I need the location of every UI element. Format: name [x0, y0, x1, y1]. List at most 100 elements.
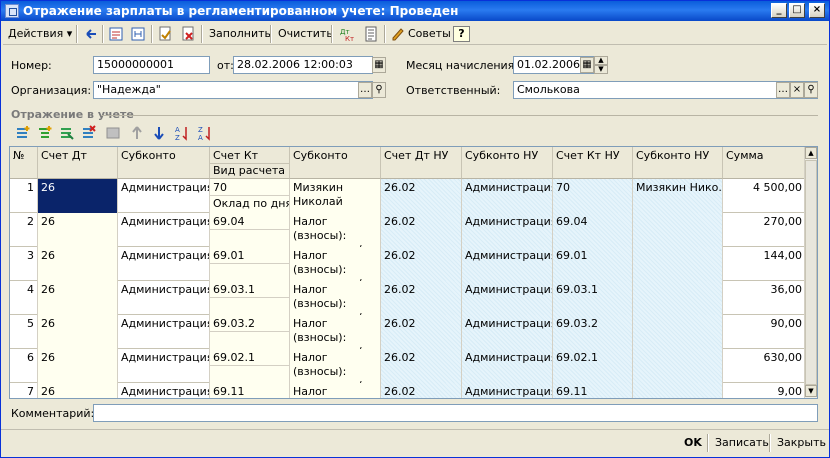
credit-account-cell[interactable]: 69.04 [210, 213, 290, 247]
credit-account-cell[interactable]: 70Оклад по дням [210, 179, 290, 213]
subconto2-cell[interactable]: Налог (взносы): начислено / [290, 383, 381, 398]
debit-nu-cell[interactable]: 26.02 [381, 179, 462, 213]
debit-nu-cell[interactable]: 26.02 [381, 383, 462, 398]
sum-cell[interactable]: 90,00 [723, 315, 806, 349]
subconto-cell[interactable]: Администрация [118, 213, 210, 247]
open-magnifier-icon[interactable]: ⚲ [372, 82, 386, 98]
subconto2-cell[interactable]: Налог (взносы): начислено / [290, 315, 381, 349]
close-form-button[interactable]: Закрыть [777, 436, 826, 449]
sum-cell[interactable]: 270,00 [723, 213, 806, 247]
scroll-up-icon[interactable]: ▲ [805, 147, 817, 159]
sort-descending-icon[interactable]: ZA [198, 125, 214, 141]
subconto-nu-cell[interactable]: Администрация [462, 281, 553, 315]
move-up-icon[interactable] [129, 125, 145, 141]
move-down-icon[interactable] [151, 125, 167, 141]
table-row[interactable]: 126Администрация70Оклад по днямМизякин Н… [10, 179, 806, 213]
date-field[interactable]: 28.02.2006 12:00:03 [233, 56, 373, 74]
subconto-nu-cell[interactable]: Администрация [462, 349, 553, 383]
responsible-field[interactable]: Смолькова [513, 81, 818, 99]
col-header-subconto[interactable]: Субконто [118, 147, 210, 179]
subconto-nu-cell[interactable]: Администрация [462, 383, 553, 398]
debit-account-cell[interactable]: 26 [38, 179, 118, 213]
col-header-debit-nu[interactable]: Счет Дт НУ [381, 147, 462, 179]
vertical-scrollbar[interactable]: ▲ ▼ [804, 147, 817, 398]
subconto-cell[interactable]: Администрация [118, 315, 210, 349]
fill-button[interactable]: Заполнить [206, 25, 274, 43]
subconto2-cell[interactable]: Налог (взносы): начислено / [290, 213, 381, 247]
subconto-cell[interactable]: Администрация [118, 247, 210, 281]
row-number-cell[interactable]: 7 [10, 383, 38, 398]
credit-nu-cell[interactable]: 69.02.1 [553, 349, 633, 383]
delete-row-icon[interactable] [81, 125, 97, 141]
debit-account-cell[interactable]: 26 [38, 383, 118, 398]
help-button[interactable]: ? [453, 26, 470, 42]
print-form-icon[interactable] [363, 26, 379, 42]
credit-account-cell[interactable]: 69.02.1 [210, 349, 290, 383]
calc-type-cell[interactable] [210, 331, 289, 334]
scroll-down-icon[interactable]: ▼ [805, 385, 817, 397]
organization-field[interactable]: "Надежда" [93, 81, 373, 99]
debit-nu-cell[interactable]: 26.02 [381, 349, 462, 383]
calendar-icon[interactable]: ▦ [372, 57, 386, 73]
calc-type-cell[interactable] [210, 229, 289, 232]
row-number-cell[interactable]: 6 [10, 349, 38, 383]
credit-account-cell[interactable]: 69.03.1 [210, 281, 290, 315]
subconto-nu-cell[interactable]: Администрация [462, 179, 553, 213]
debit-account-cell[interactable]: 26 [38, 281, 118, 315]
clear-button[interactable]: Очистить [275, 25, 336, 43]
debit-credit-icon[interactable]: ДтКт [339, 26, 355, 42]
row-number-cell[interactable]: 3 [10, 247, 38, 281]
subconto-cell[interactable]: Администрация [118, 179, 210, 213]
credit-nu-cell[interactable]: 69.01 [553, 247, 633, 281]
posting-journal-icon[interactable] [108, 26, 124, 42]
credit-nu-cell[interactable]: 69.11 [553, 383, 633, 398]
minimize-button[interactable]: _ [771, 3, 787, 18]
maximize-button[interactable]: □ [789, 3, 805, 18]
sum-cell[interactable]: 4 500,00 [723, 179, 806, 213]
credit-account-cell[interactable]: 69.03.2 [210, 315, 290, 349]
tips-icon[interactable] [390, 26, 406, 42]
table-row[interactable]: 526Администрация69.03.2Налог (взносы): н… [10, 315, 806, 349]
calendar-icon[interactable]: ▦ [580, 57, 594, 73]
subconto-nu2-cell[interactable]: Мизякин Нико... [633, 179, 723, 213]
sum-cell[interactable]: 630,00 [723, 349, 806, 383]
tips-button[interactable]: Советы [405, 25, 454, 43]
debit-account-cell[interactable]: 26 [38, 315, 118, 349]
col-header-subconto2[interactable]: Субконто [290, 147, 381, 179]
structure-icon[interactable] [130, 26, 146, 42]
add-row-icon[interactable] [15, 125, 31, 141]
credit-nu-cell[interactable]: 69.03.1 [553, 281, 633, 315]
debit-nu-cell[interactable]: 26.02 [381, 247, 462, 281]
number-field[interactable]: 15000000001 [93, 56, 210, 74]
subconto-nu2-cell[interactable] [633, 383, 723, 398]
col-header-subconto-nu2[interactable]: Субконто НУ [633, 147, 723, 179]
subconto-nu2-cell[interactable] [633, 281, 723, 315]
comment-field[interactable] [93, 404, 818, 422]
open-magnifier-icon[interactable]: ⚲ [804, 82, 818, 98]
credit-account-cell[interactable]: 69.01 [210, 247, 290, 281]
credit-nu-cell[interactable]: 70 [553, 179, 633, 213]
subconto-cell[interactable]: Администрация [118, 383, 210, 398]
calc-type-cell[interactable] [210, 365, 289, 368]
debit-nu-cell[interactable]: 26.02 [381, 281, 462, 315]
scroll-thumb[interactable] [805, 160, 817, 385]
subconto-nu2-cell[interactable] [633, 247, 723, 281]
back-arrow-icon[interactable] [83, 26, 99, 42]
credit-account-cell[interactable]: 69.11 [210, 383, 290, 398]
sum-cell[interactable]: 144,00 [723, 247, 806, 281]
col-header-debit[interactable]: Счет Дт [38, 147, 118, 179]
subconto-cell[interactable]: Администрация [118, 281, 210, 315]
table-row[interactable]: 326Администрация69.01Налог (взносы): нач… [10, 247, 806, 281]
col-header-credit[interactable]: Счет Кт Вид расчета [210, 147, 290, 179]
row-number-cell[interactable]: 2 [10, 213, 38, 247]
credit-nu-cell[interactable]: 69.03.2 [553, 315, 633, 349]
sort-ascending-icon[interactable]: AZ [175, 125, 191, 141]
unpost-document-icon[interactable] [180, 26, 196, 42]
save-button[interactable]: Записать [715, 436, 769, 449]
clear-x-icon[interactable]: × [790, 82, 804, 98]
subconto-nu2-cell[interactable] [633, 315, 723, 349]
title-bar[interactable]: Отражение зарплаты в регламентированном … [1, 1, 829, 21]
table-row[interactable]: 226Администрация69.04Налог (взносы): нач… [10, 213, 806, 247]
table-row[interactable]: 726Администрация69.11Налог (взносы): нач… [10, 383, 806, 398]
copy-row-icon[interactable] [59, 125, 75, 141]
